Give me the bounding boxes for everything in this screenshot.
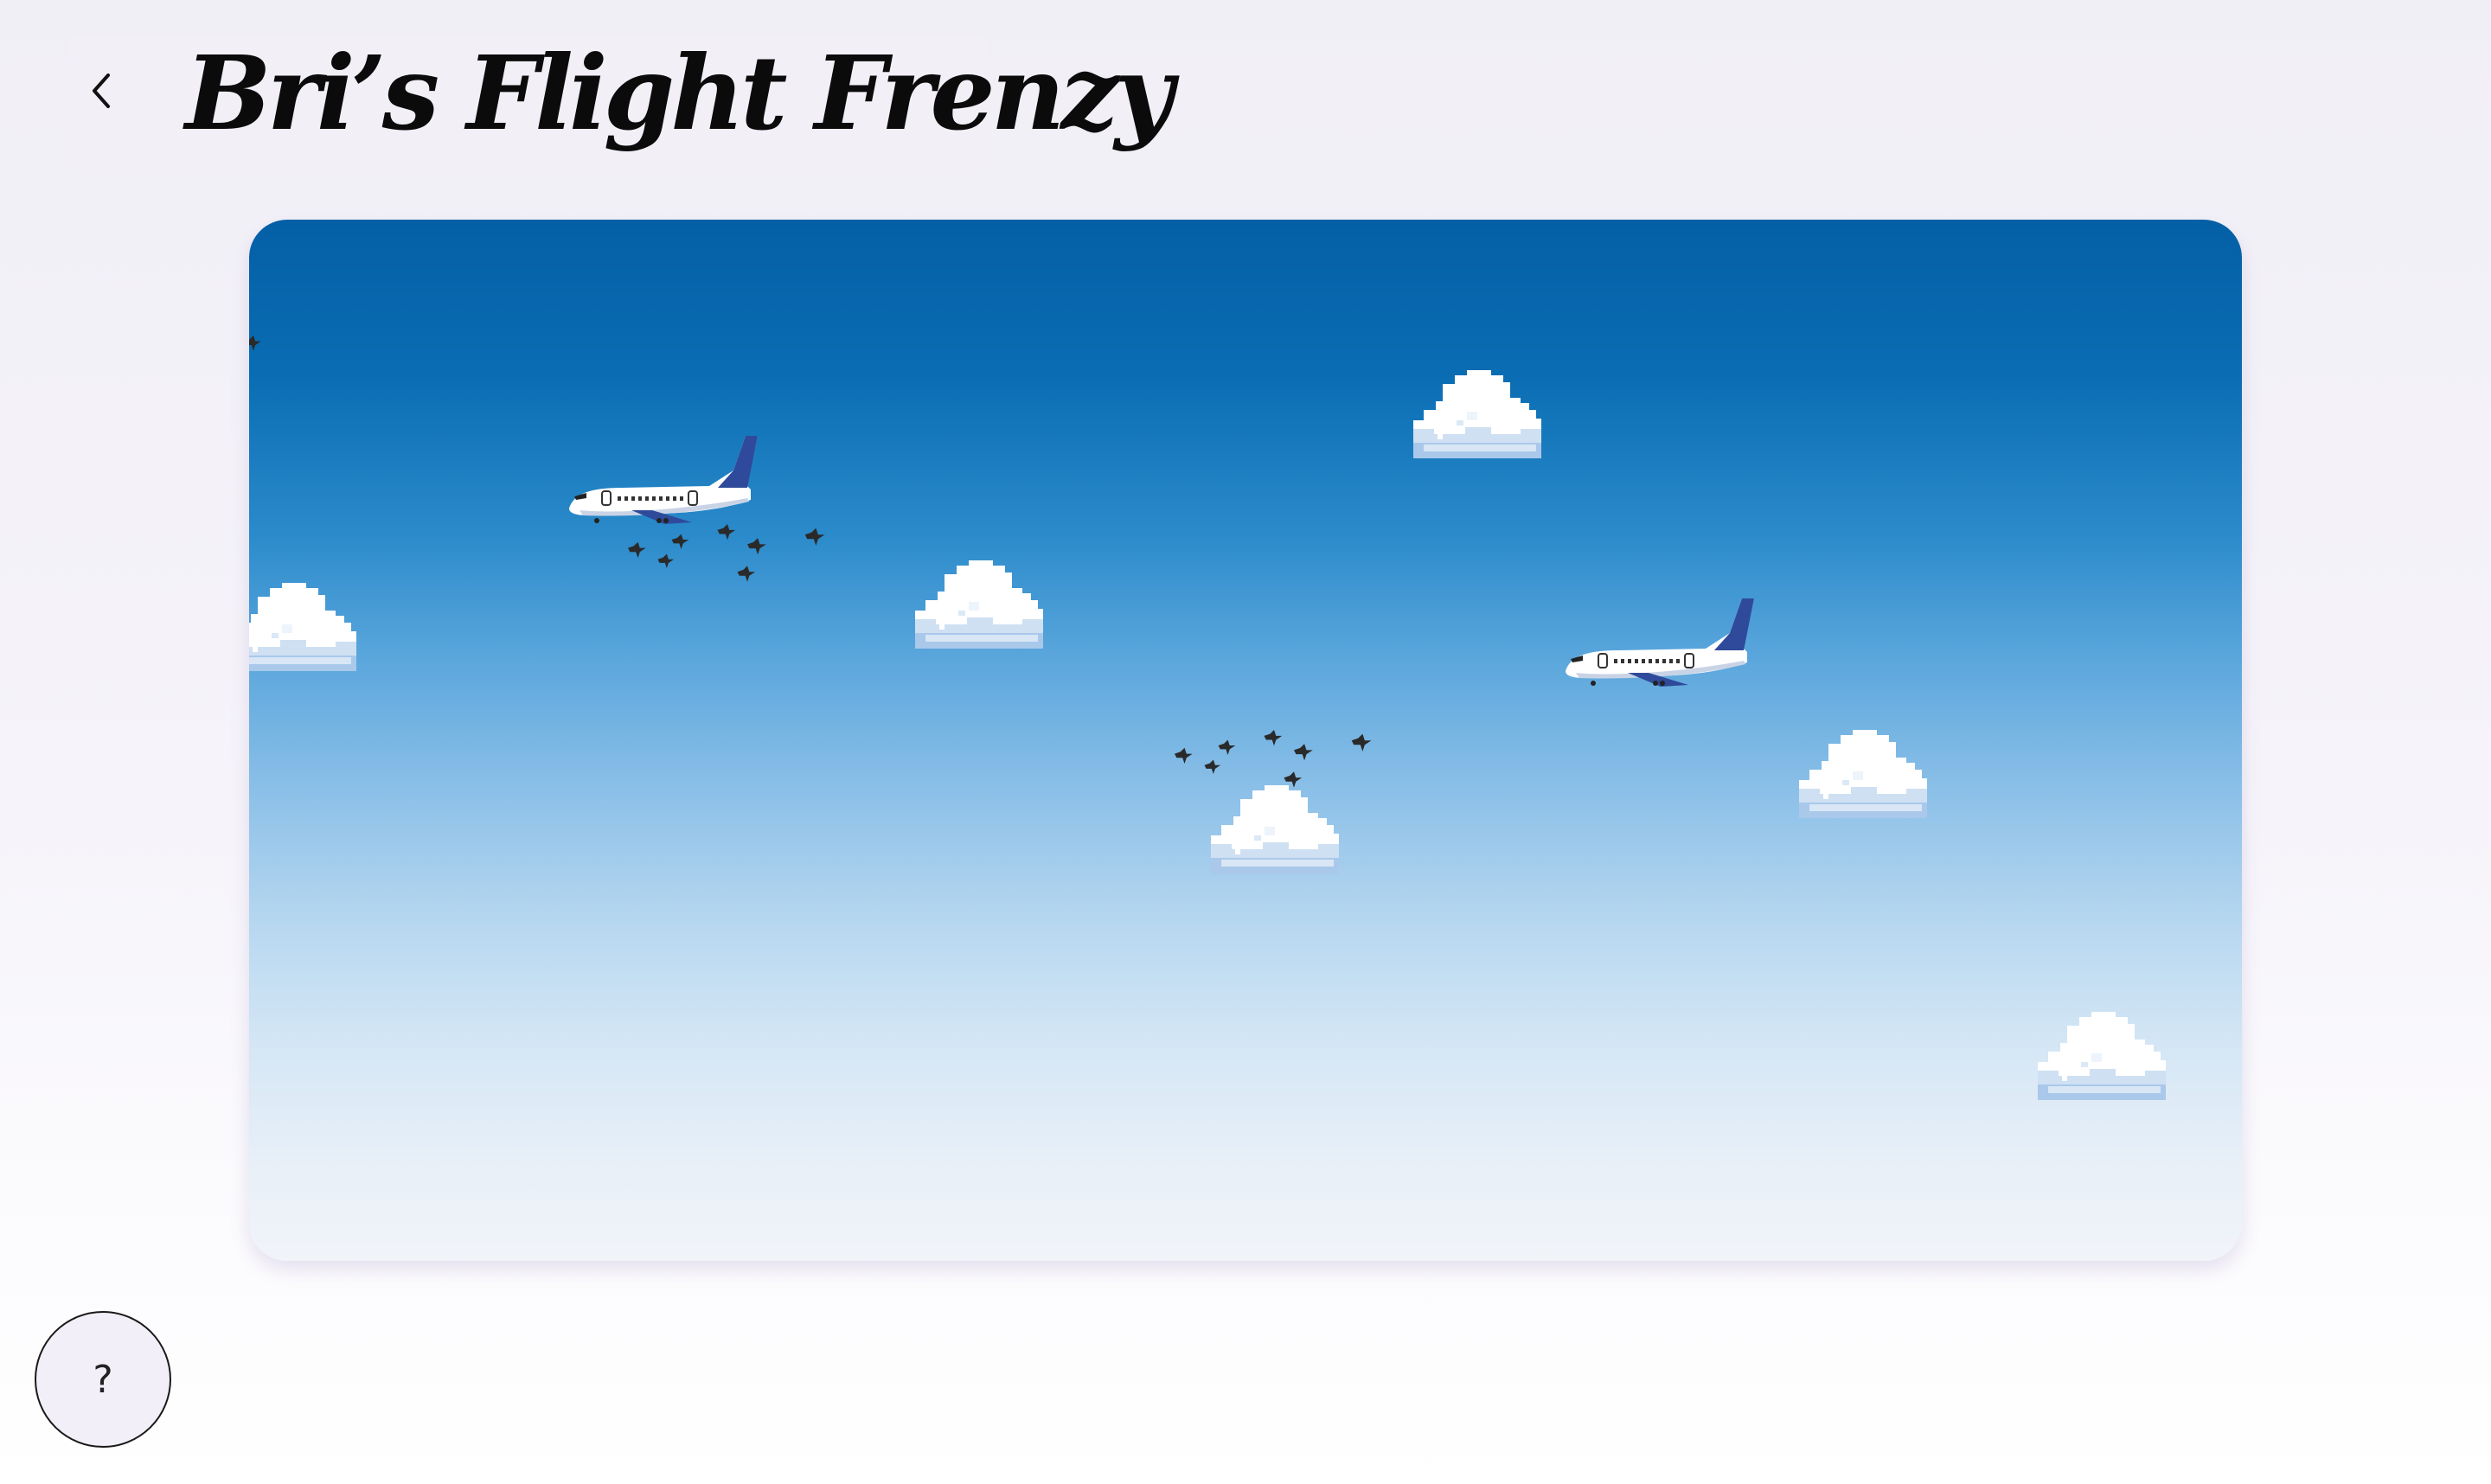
cloud-icon [1799,730,1927,818]
game-scene [249,336,2166,1100]
chevron-left-icon [93,74,110,108]
help-button[interactable]: ? [35,1311,171,1448]
cloud-icon [249,583,356,671]
airplane-icon[interactable] [1565,598,1755,688]
page-title: Bri’s Flight Frenzy [185,33,1174,153]
cloud-icon [2038,1012,2166,1100]
cloud-icon [1413,370,1541,458]
airplane-icon[interactable] [568,435,759,525]
help-label: ? [93,1357,113,1402]
bird-flock-icon[interactable] [628,524,824,582]
back-button[interactable] [80,61,125,121]
bird-icon [249,336,261,351]
cloud-icon [1211,785,1339,873]
cloud-icon [915,560,1043,649]
bird-flock-icon[interactable] [1175,730,1371,788]
game-canvas[interactable] [249,220,2242,1261]
